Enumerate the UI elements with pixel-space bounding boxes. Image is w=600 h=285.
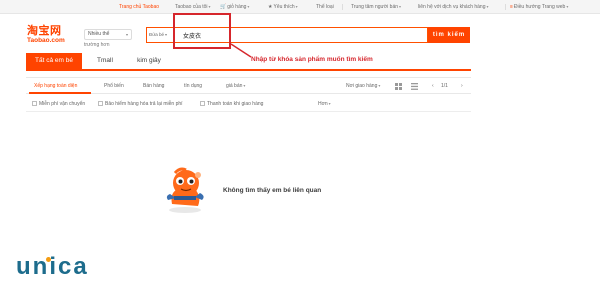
list-view-icon[interactable] <box>411 83 418 90</box>
checkbox-icon <box>200 101 205 106</box>
sort-bar: Xếp hạng toàn diện Phổ biến Bán hàng tín… <box>26 77 471 94</box>
sort-credit[interactable]: tín dụng <box>184 83 202 89</box>
sort-price-label: giá bán <box>226 83 243 89</box>
empty-result-message: Không tìm thấy em bé liên quan <box>223 187 322 194</box>
watermark-dot <box>46 257 51 262</box>
checkbox-icon <box>98 101 103 106</box>
tab-kim-giay[interactable]: kim giây <box>130 53 168 69</box>
shipping-location-label: Nơi giao hàng <box>346 83 378 89</box>
filter-cash-on-delivery-label: Thanh toán khi giao hàng <box>207 101 264 107</box>
filter-free-shipping[interactable]: Miễn phí vận chuyển <box>32 101 85 107</box>
shipping-location-select[interactable]: Nơi giao hàng▾ <box>346 83 380 89</box>
result-tabs: Tất cả em bé Tmall kim giây <box>26 53 471 71</box>
sort-price[interactable]: giá bán▾ <box>226 83 245 89</box>
mascot-illustration <box>166 167 204 213</box>
sort-comprehensive[interactable]: Xếp hạng toàn diện <box>34 83 77 89</box>
next-page-icon[interactable]: › <box>461 83 463 89</box>
page-indicator: 1/1 <box>441 83 448 89</box>
filter-more-select[interactable]: Hơn▾ <box>318 101 331 107</box>
filter-free-return-insurance-label: Bảo hiểm hàng hóa trả lại miễn phí <box>105 101 183 107</box>
unica-watermark-logo: unica <box>16 253 89 280</box>
filter-more-label: Hơn <box>318 101 328 107</box>
sort-popular[interactable]: Phổ biến <box>104 83 124 89</box>
chevron-down-icon: ▾ <box>378 83 381 88</box>
tab-tmall[interactable]: Tmall <box>88 53 122 69</box>
filter-free-shipping-label: Miễn phí vận chuyển <box>39 101 86 107</box>
chevron-down-icon: ▾ <box>328 101 331 106</box>
checkbox-icon <box>32 101 37 106</box>
prev-page-icon[interactable]: ‹ <box>432 83 434 89</box>
sort-sales[interactable]: Bán hàng <box>143 83 164 89</box>
filter-free-return-insurance[interactable]: Bảo hiểm hàng hóa trả lại miễn phí <box>98 101 183 107</box>
filter-cash-on-delivery[interactable]: Thanh toán khi giao hàng <box>200 101 263 107</box>
annotation-arrow <box>230 43 252 58</box>
tab-all-items[interactable]: Tất cả em bé <box>26 53 82 69</box>
active-sort-indicator <box>29 92 91 94</box>
grid-view-icon[interactable] <box>395 83 402 90</box>
chevron-down-icon: ▾ <box>243 83 246 88</box>
filter-bar: Miễn phí vận chuyển Bảo hiểm hàng hóa tr… <box>26 98 471 112</box>
